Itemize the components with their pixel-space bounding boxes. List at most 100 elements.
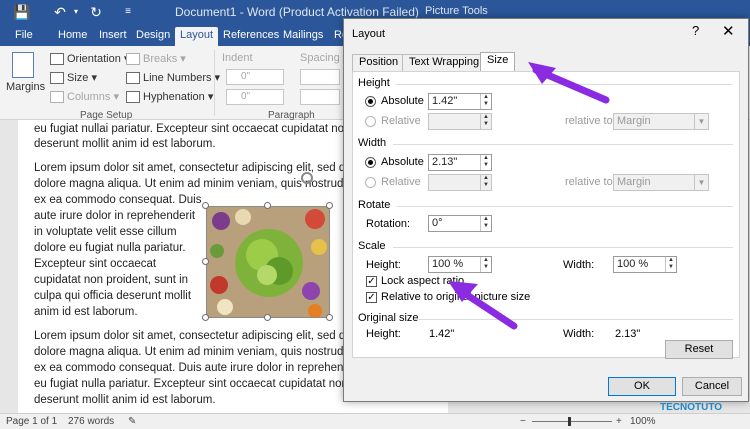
tab-mailings[interactable]: Mailings [278, 27, 328, 46]
scale-height-input[interactable]: 100 % ▲ ▼ [428, 256, 492, 273]
page-count[interactable]: Page 1 of 1 [6, 416, 57, 427]
line-numbers-icon [126, 72, 140, 85]
indent-label: Indent [222, 52, 253, 64]
resize-handle-icon[interactable] [264, 314, 271, 321]
zoom-thumb[interactable] [568, 417, 571, 426]
tab-references[interactable]: References [218, 27, 284, 46]
tab-insert[interactable]: Insert [94, 27, 132, 46]
width-relative-to-select[interactable]: Margin ▼ [613, 174, 709, 191]
scale-height-value: 100 % [432, 258, 464, 270]
layout-dialog: Layout ? ✕ Position Text Wrapping Size H… [343, 18, 749, 402]
resize-handle-icon[interactable] [326, 202, 333, 209]
tab-position[interactable]: Position [352, 54, 406, 71]
status-bar: Page 1 of 1 276 words ✎ − + 100% [0, 413, 750, 429]
salad-picture[interactable] [206, 206, 330, 318]
indent-left-input[interactable]: 0" [226, 69, 284, 85]
width-relative-input[interactable]: ▲ ▼ [428, 174, 492, 191]
scale-width-input[interactable]: 100 % ▲ ▼ [613, 256, 677, 273]
orientation-label: Orientation [67, 53, 121, 65]
columns-label: Columns [67, 91, 111, 103]
resize-handle-icon[interactable] [202, 202, 209, 209]
doc-line: anim id est laborum. [34, 306, 138, 318]
spinner-icon[interactable]: ▲ ▼ [480, 155, 491, 170]
tab-layout[interactable]: Layout [175, 27, 219, 46]
spinner-icon[interactable]: ▲ ▼ [480, 216, 491, 231]
word-count[interactable]: 276 words [68, 416, 114, 427]
spacing-before-input[interactable] [300, 69, 340, 85]
height-relative-radio[interactable] [365, 116, 376, 127]
height-relative-to-select[interactable]: Margin ▼ [613, 113, 709, 130]
scale-width-label: Width: [563, 259, 595, 271]
doc-line: culpa qui officia deserunt mollit [34, 290, 192, 302]
indent-right-input[interactable]: 0" [226, 89, 284, 105]
width-relative-radio[interactable] [365, 177, 376, 188]
tab-text-wrapping[interactable]: Text Wrapping [402, 54, 487, 71]
width-absolute-radio[interactable] [365, 157, 376, 168]
close-icon[interactable]: ✕ [722, 22, 735, 40]
zoom-level[interactable]: 100% [630, 416, 656, 427]
rotate-handle-icon[interactable] [301, 172, 313, 184]
resize-handle-icon[interactable] [264, 202, 271, 209]
zoom-out-icon[interactable]: − [520, 416, 526, 427]
scale-section-title: Scale [358, 240, 386, 252]
doc-line: Lorem ipsum dolor sit amet, consectetur … [34, 330, 352, 342]
lock-aspect-checkbox[interactable]: ✓ [366, 276, 377, 287]
lock-aspect-label[interactable]: Lock aspect ratio [381, 275, 464, 287]
height-absolute-input[interactable]: 1.42" ▲ ▼ [428, 93, 492, 110]
doc-line: deserunt mollit anim id est laborum. [34, 138, 216, 150]
spacing-after-input[interactable] [300, 89, 340, 105]
help-icon[interactable]: ? [692, 23, 699, 38]
spinner-icon[interactable]: ▲ ▼ [480, 175, 491, 190]
original-height-label: Height: [366, 328, 401, 340]
spinner-icon[interactable]: ▲ ▼ [480, 114, 491, 129]
proofing-icon[interactable]: ✎ [128, 416, 136, 427]
undo-dropdown-icon[interactable]: ▾ [66, 2, 86, 22]
chevron-down-icon: ▼ [694, 114, 708, 129]
width-absolute-input[interactable]: 2.13" ▲ ▼ [428, 154, 492, 171]
hyphenation-label: Hyphenation [143, 91, 205, 103]
height-relative-label: Relative [381, 115, 421, 127]
doc-line: dolore eu fugiat nulla pariatur. [34, 242, 186, 254]
width-relative-to-label: relative to [565, 176, 613, 188]
cancel-button[interactable]: Cancel [682, 377, 742, 396]
quick-access-dropdown-icon[interactable]: ≡ [118, 2, 138, 22]
section-divider [415, 319, 733, 320]
ok-button[interactable]: OK [608, 377, 676, 396]
redo-icon[interactable]: ↻ [86, 2, 106, 22]
tab-file[interactable]: File [10, 27, 38, 46]
hyphenation-button[interactable]: Hyphenation ▾ [126, 90, 213, 104]
resize-handle-icon[interactable] [326, 314, 333, 321]
window-title: Document1 - Word (Product Activation Fai… [175, 5, 419, 19]
size-icon [50, 72, 64, 85]
tab-home[interactable]: Home [53, 27, 92, 46]
width-relative-to-value: Margin [617, 176, 651, 188]
tab-size[interactable]: Size [480, 52, 516, 71]
resize-handle-icon[interactable] [202, 258, 209, 265]
section-divider [397, 206, 733, 207]
breaks-icon [126, 53, 140, 66]
columns-button[interactable]: Columns ▾ [50, 90, 119, 104]
breaks-button[interactable]: Breaks ▾ [126, 52, 186, 66]
relative-original-checkbox[interactable]: ✓ [366, 292, 377, 303]
size-button[interactable]: Size ▾ [50, 71, 97, 85]
spinner-icon[interactable]: ▲ ▼ [480, 257, 491, 272]
line-numbers-button[interactable]: Line Numbers ▾ [126, 71, 220, 85]
hyphenation-icon [126, 91, 140, 104]
doc-line: in voluptate velit esse cillum [34, 226, 177, 238]
relative-original-label[interactable]: Relative to original picture size [381, 291, 530, 303]
height-relative-input[interactable]: ▲ ▼ [428, 113, 492, 130]
rotation-input[interactable]: 0° ▲ ▼ [428, 215, 492, 232]
save-icon[interactable]: 💾 [12, 2, 32, 22]
orientation-button[interactable]: Orientation ▾ [50, 52, 129, 66]
reset-button[interactable]: Reset [665, 340, 733, 359]
spinner-icon[interactable]: ▲ ▼ [665, 257, 676, 272]
tab-design[interactable]: Design [131, 27, 175, 46]
width-absolute-label: Absolute [381, 156, 424, 168]
zoom-slider[interactable] [532, 421, 612, 422]
resize-handle-icon[interactable] [202, 314, 209, 321]
height-absolute-radio[interactable] [365, 96, 376, 107]
margins-button[interactable]: Margins [6, 52, 45, 93]
spinner-icon[interactable]: ▲ ▼ [480, 94, 491, 109]
zoom-in-icon[interactable]: + [616, 416, 622, 427]
scale-width-value: 100 % [617, 258, 649, 270]
